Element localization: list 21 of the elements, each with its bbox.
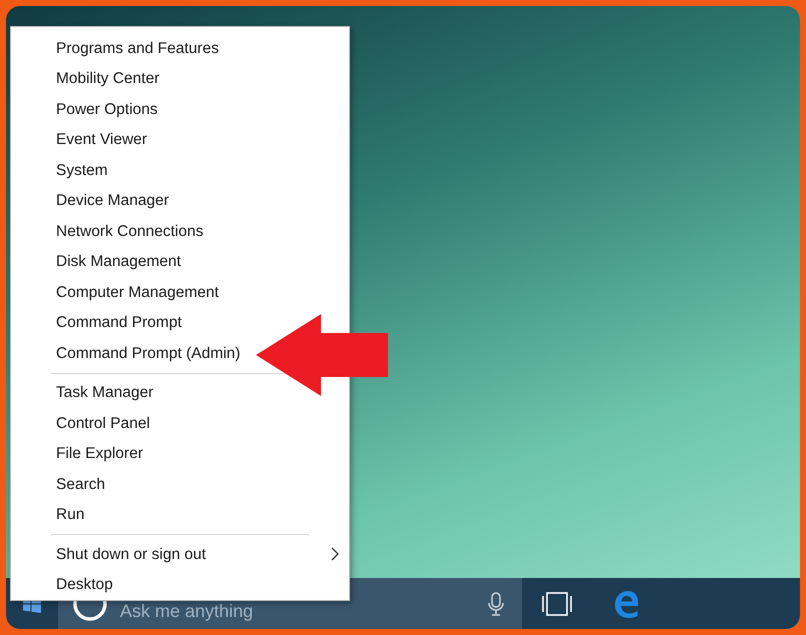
menu-item[interactable]: Programs and Features (11, 33, 221, 64)
menu-item[interactable]: Mobility Center (11, 64, 162, 94)
menu-item[interactable]: Search (11, 469, 108, 500)
search-field[interactable]: Ask me anything (120, 598, 488, 622)
menu-item[interactable]: Device Manager (11, 186, 171, 216)
menu-item[interactable]: Computer Management (11, 277, 221, 308)
menu-item[interactable]: Shut down or sign out (11, 539, 349, 570)
menu-item[interactable]: Event Viewer (11, 124, 150, 155)
menu-item[interactable]: Network Connections (11, 216, 206, 246)
menu-item[interactable]: Disk Management (11, 246, 183, 277)
menu-item[interactable]: System (11, 155, 110, 186)
menu-item[interactable]: Task Manager (11, 378, 156, 408)
menu-item[interactable]: File Explorer (11, 438, 145, 469)
menu-item[interactable]: Command Prompt (11, 308, 184, 338)
menu-item[interactable]: Run (11, 500, 86, 530)
menu-item[interactable]: Command Prompt (Admin) (11, 338, 242, 368)
menu-item[interactable]: Power Options (11, 94, 160, 124)
microphone-icon[interactable] (488, 592, 504, 616)
browser-e-icon[interactable] (613, 590, 641, 618)
task-view-icon[interactable] (542, 592, 572, 616)
menu-item[interactable]: Control Panel (11, 408, 152, 438)
